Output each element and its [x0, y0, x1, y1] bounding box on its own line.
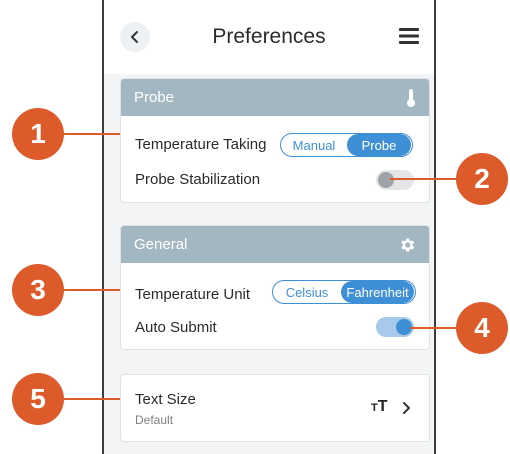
- menu-button[interactable]: [398, 26, 420, 46]
- probe-section-title: Probe: [134, 89, 175, 106]
- callout-5-leader: [56, 398, 120, 400]
- auto-submit-label: Auto Submit: [135, 319, 217, 336]
- callout-4-leader: [410, 327, 460, 329]
- menu-icon: [399, 28, 419, 44]
- page-title: Preferences: [212, 25, 326, 48]
- probe-card: Probe Temperature Taking Manual Probe Pr…: [120, 78, 430, 203]
- callout-3-leader: [56, 289, 120, 291]
- text-size-icon: TT: [371, 398, 388, 415]
- callout-1: 1: [12, 108, 64, 160]
- temperature-taking-manual[interactable]: Manual: [281, 134, 347, 156]
- callout-5: 5: [12, 373, 64, 425]
- callout-2-leader: [390, 178, 460, 180]
- temperature-unit-fahrenheit[interactable]: Fahrenheit: [341, 281, 414, 303]
- probe-stabilization-switch[interactable]: [376, 170, 414, 190]
- probe-section-header: Probe: [121, 79, 429, 116]
- auto-submit-switch[interactable]: [376, 317, 414, 337]
- temperature-unit-label: Temperature Unit: [135, 286, 251, 303]
- phone-screen: Preferences Probe Temperature Taking Man…: [102, 0, 436, 454]
- general-card: General Temperature Unit Celsius Fahrenh…: [120, 225, 430, 350]
- header-bar: Preferences: [104, 0, 434, 74]
- text-size-label: Text Size: [135, 391, 196, 408]
- general-section-header: General: [121, 226, 429, 263]
- callout-3: 3: [12, 264, 64, 316]
- callout-2: 2: [456, 153, 508, 205]
- chevron-right-icon: [403, 402, 410, 414]
- text-size-row[interactable]: Text Size Default TT: [120, 374, 430, 442]
- temperature-taking-probe[interactable]: Probe: [347, 134, 411, 156]
- temperature-unit-toggle: Celsius Fahrenheit: [272, 280, 416, 304]
- switch-knob: [378, 172, 394, 188]
- thermometer-icon: [407, 88, 415, 107]
- temperature-taking-toggle: Manual Probe: [280, 133, 413, 157]
- probe-stabilization-label: Probe Stabilization: [135, 171, 261, 188]
- temperature-unit-celsius[interactable]: Celsius: [273, 281, 341, 303]
- callout-4: 4: [456, 302, 508, 354]
- temperature-taking-label: Temperature Taking: [135, 136, 267, 153]
- callout-1-leader: [56, 133, 120, 135]
- gear-icon: [401, 237, 415, 252]
- general-section-title: General: [134, 236, 188, 253]
- text-size-value: Default: [135, 413, 174, 427]
